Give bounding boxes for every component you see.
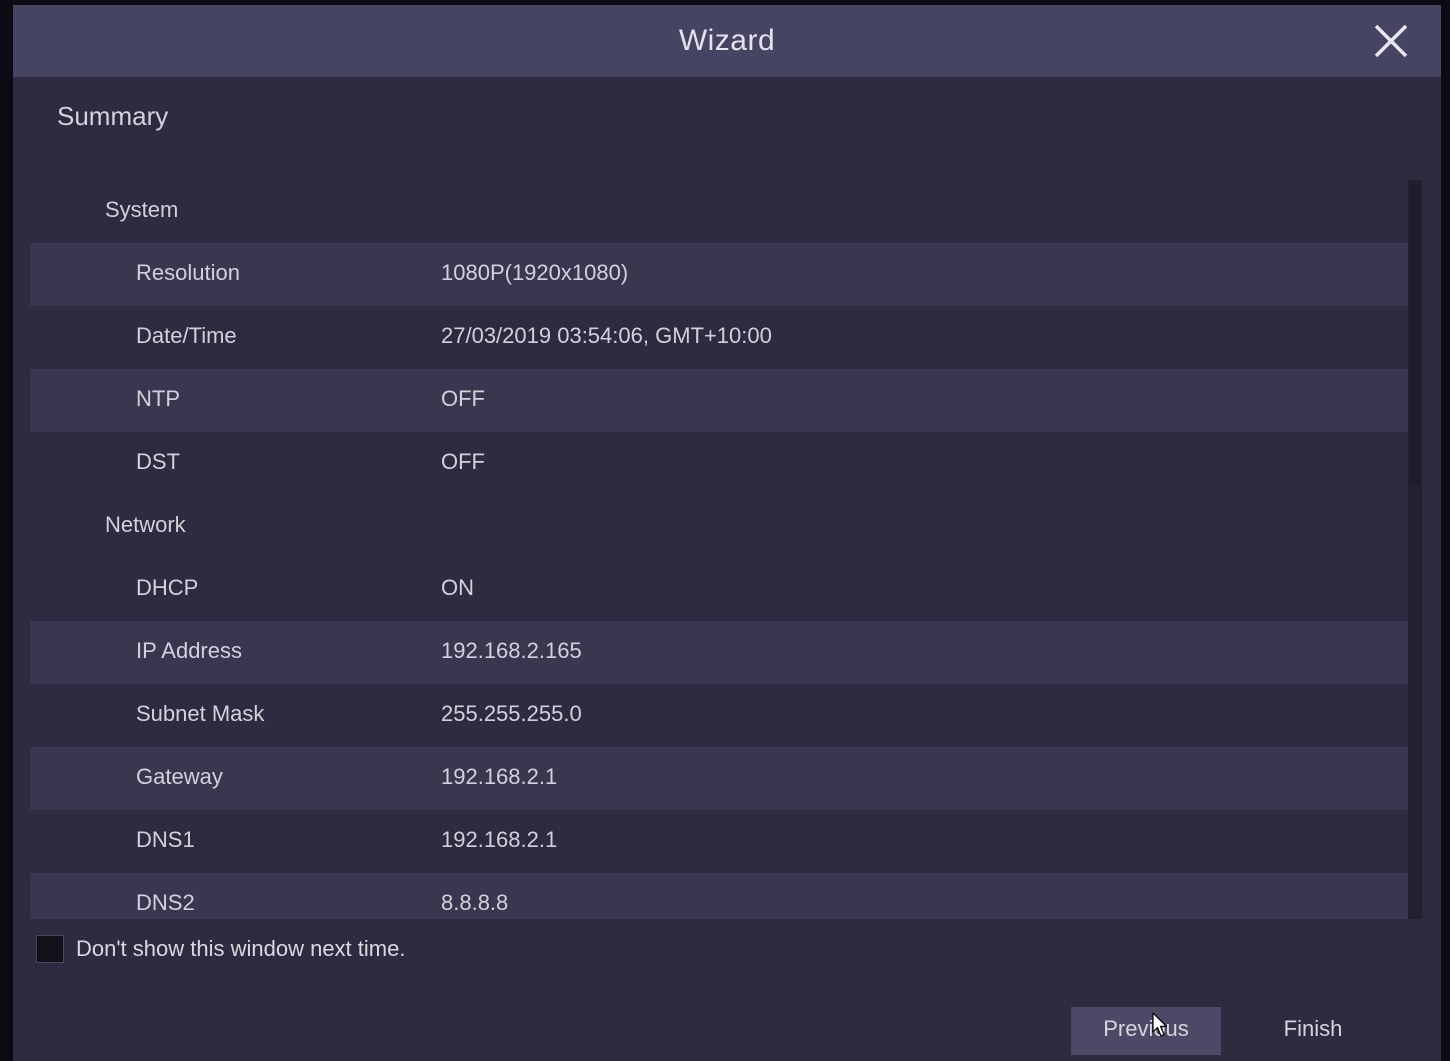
row-label: DHCP — [136, 575, 199, 600]
dont-show-label[interactable]: Don't show this window next time. — [76, 936, 405, 962]
row-value: OFF — [441, 449, 485, 474]
row-value: OFF — [441, 386, 485, 411]
wizard-window: Wizard Summary System Resolution 1080P(1… — [13, 5, 1441, 1061]
row-value: ON — [441, 575, 474, 600]
row-label: DNS1 — [136, 827, 195, 852]
row-value: 255.255.255.0 — [441, 701, 582, 726]
summary-scrollbar[interactable] — [1408, 180, 1422, 919]
summary-row-ntp: NTP OFF — [30, 369, 1408, 432]
summary-row-subnet-mask: Subnet Mask 255.255.255.0 — [30, 684, 1408, 747]
scrollbar-thumb[interactable] — [1410, 184, 1420, 484]
window-title: Wizard — [678, 24, 776, 57]
close-icon — [1374, 24, 1408, 58]
row-label: Resolution — [136, 260, 240, 285]
section-title: Summary — [57, 101, 169, 131]
row-label: NTP — [136, 386, 180, 411]
row-label: Date/Time — [136, 323, 237, 348]
summary-row-resolution: Resolution 1080P(1920x1080) — [30, 243, 1408, 306]
previous-button[interactable]: Previous — [1071, 1007, 1221, 1055]
dont-show-option: Don't show this window next time. — [36, 934, 405, 964]
row-label: DST — [136, 449, 180, 474]
row-value: 192.168.2.1 — [441, 764, 558, 789]
summary-row-ip-address: IP Address 192.168.2.165 — [30, 621, 1408, 684]
summary-row-dns2: DNS2 8.8.8.8 — [30, 873, 1408, 919]
summary-row-dns1: DNS1 192.168.2.1 — [30, 810, 1408, 873]
group-header-system: System — [30, 180, 1408, 243]
row-label: IP Address — [136, 638, 242, 663]
summary-list: System Resolution 1080P(1920x1080) Date/… — [30, 180, 1408, 919]
row-value: 192.168.2.1 — [441, 827, 558, 852]
finish-button[interactable]: Finish — [1241, 1007, 1385, 1055]
summary-row-dst: DST OFF — [30, 432, 1408, 495]
close-button[interactable] — [1371, 21, 1411, 61]
group-label: System — [105, 197, 179, 222]
row-label: Gateway — [136, 764, 223, 789]
row-value: 8.8.8.8 — [441, 890, 509, 915]
row-value: 27/03/2019 03:54:06, GMT+10:00 — [441, 323, 772, 348]
row-label: Subnet Mask — [136, 701, 265, 726]
summary-row-dhcp: DHCP ON — [30, 558, 1408, 621]
summary-row-gateway: Gateway 192.168.2.1 — [30, 747, 1408, 810]
row-value: 192.168.2.165 — [441, 638, 582, 663]
group-label: Network — [105, 512, 186, 537]
title-bar: Wizard — [13, 5, 1441, 77]
row-value: 1080P(1920x1080) — [441, 260, 629, 285]
group-header-network: Network — [30, 495, 1408, 558]
dont-show-checkbox[interactable] — [36, 935, 64, 963]
row-label: DNS2 — [136, 890, 195, 915]
summary-row-datetime: Date/Time 27/03/2019 03:54:06, GMT+10:00 — [30, 306, 1408, 369]
